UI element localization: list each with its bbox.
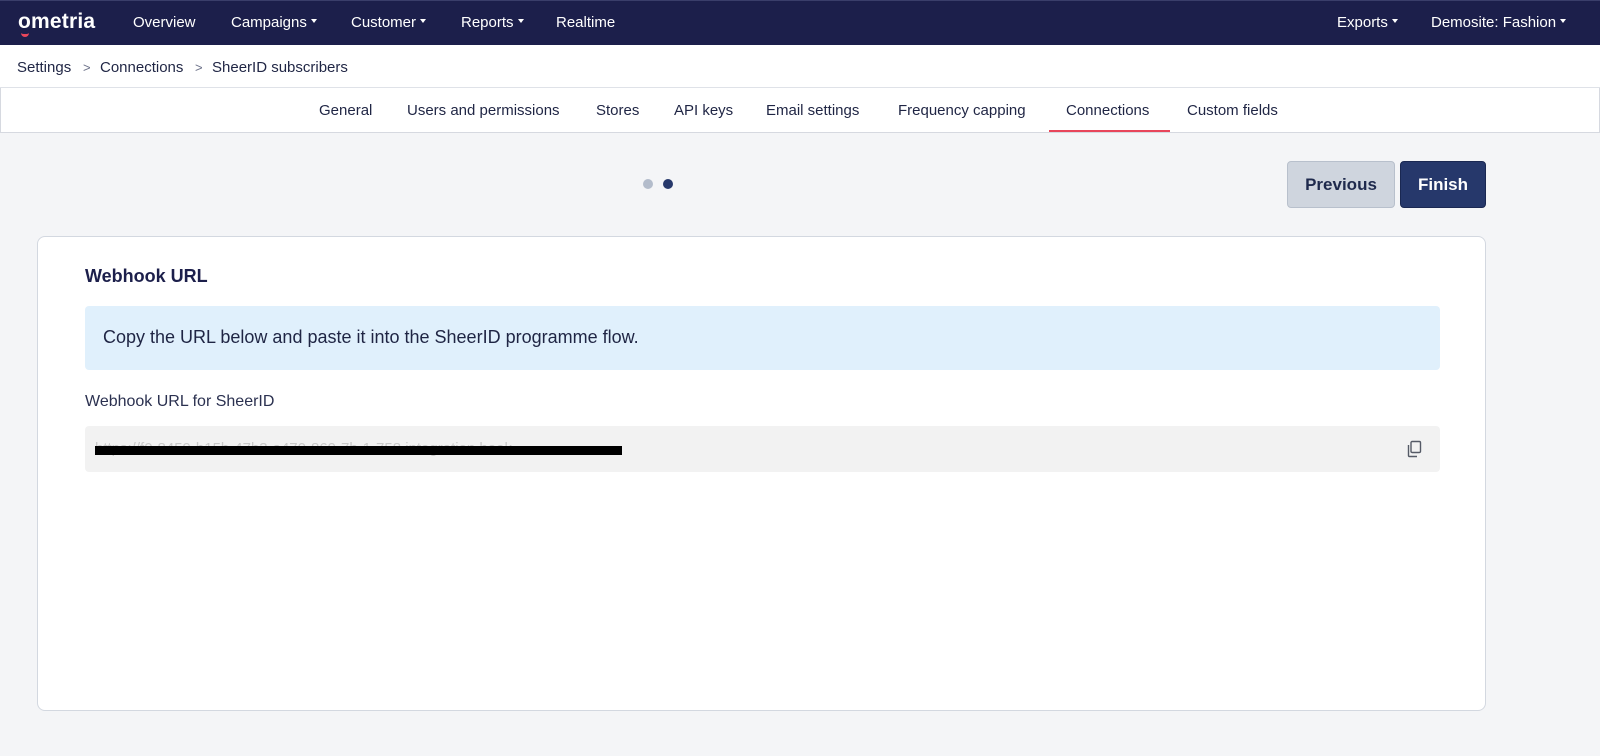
nav-campaigns[interactable]: Campaigns (231, 14, 317, 31)
breadcrumb-separator: > (195, 60, 203, 75)
webhook-url-field[interactable]: https://f0-8459-b15b-47b3-a470-869-7b-1-… (85, 426, 1440, 472)
chevron-down-icon (310, 19, 317, 24)
tab-email-settings[interactable]: Email settings (766, 102, 859, 119)
info-banner: Copy the URL below and paste it into the… (85, 306, 1440, 370)
settings-tabs: General Users and permissions Stores API… (0, 88, 1600, 133)
breadcrumb: Settings > Connections > SheerID subscri… (0, 45, 1600, 88)
logo-text: ometria (18, 10, 96, 33)
breadcrumb-current: SheerID subscribers (212, 59, 348, 76)
previous-button[interactable]: Previous (1287, 161, 1395, 208)
breadcrumb-separator: > (83, 60, 91, 75)
webhook-card: Webhook URL Copy the URL below and paste… (37, 236, 1486, 711)
tab-api-keys[interactable]: API keys (674, 102, 733, 119)
ometria-logo[interactable]: ometria (18, 10, 96, 37)
chevron-down-icon (517, 19, 524, 24)
info-banner-text: Copy the URL below and paste it into the… (103, 327, 639, 347)
tab-custom-fields[interactable]: Custom fields (1187, 102, 1278, 119)
tab-frequency-capping[interactable]: Frequency capping (898, 102, 1026, 119)
nav-customer[interactable]: Customer (351, 14, 427, 31)
nav-realtime-label: Realtime (556, 14, 616, 31)
nav-reports-label: Reports (461, 14, 514, 31)
nav-exports-label: Exports (1337, 14, 1388, 31)
webhook-url-label: Webhook URL for SheerID (85, 393, 275, 410)
nav-reports[interactable]: Reports (461, 14, 524, 31)
nav-exports[interactable]: Exports (1337, 14, 1398, 31)
nav-campaigns-label: Campaigns (231, 14, 307, 31)
finish-button[interactable]: Finish (1400, 161, 1486, 208)
step-indicator-2 (663, 179, 673, 189)
tab-connections[interactable]: Connections (1066, 102, 1149, 119)
top-navigation-bar: ometria Overview Campaigns Customer Repo… (0, 0, 1600, 45)
copy-icon[interactable] (1405, 440, 1423, 458)
breadcrumb-settings[interactable]: Settings (17, 59, 71, 76)
tab-general[interactable]: General (319, 102, 372, 119)
chevron-down-icon (420, 19, 427, 24)
chevron-down-icon (1560, 19, 1567, 24)
nav-realtime[interactable]: Realtime (556, 14, 615, 31)
nav-customer-label: Customer (351, 14, 417, 31)
step-indicator-1 (643, 179, 653, 189)
tab-stores[interactable]: Stores (596, 102, 639, 119)
tab-users-and-permissions[interactable]: Users and permissions (407, 102, 560, 119)
nav-overview-label: Overview (133, 14, 196, 31)
chevron-down-icon (1391, 19, 1398, 24)
nav-overview[interactable]: Overview (133, 14, 196, 31)
account-switcher[interactable]: Demosite: Fashion (1431, 14, 1567, 31)
breadcrumb-connections[interactable]: Connections (100, 59, 183, 76)
logo-accent-mark (21, 32, 29, 37)
card-title: Webhook URL (85, 266, 208, 286)
redaction-bar (95, 446, 622, 455)
active-tab-indicator (1049, 130, 1170, 132)
account-switcher-label: Demosite: Fashion (1431, 14, 1557, 31)
